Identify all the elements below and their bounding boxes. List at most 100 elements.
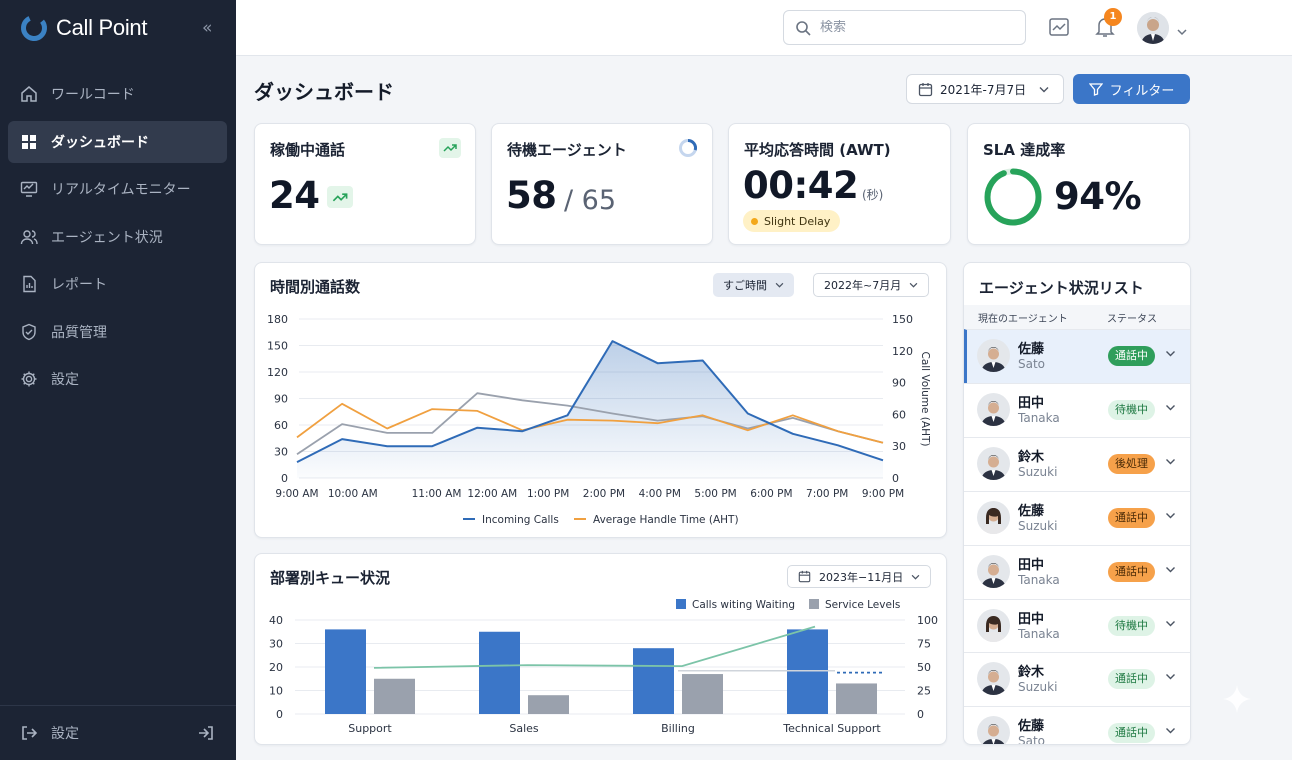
date-filter-select[interactable]: 2021年-7月7日	[906, 74, 1064, 104]
agent-row[interactable]: 鈴木 Suzuki 後処理	[964, 436, 1190, 491]
kpi-title: 平均応答時間 (AWT)	[744, 141, 891, 159]
sidebar-settings-link[interactable]: 設定	[20, 723, 79, 743]
agent-avatar	[977, 716, 1010, 744]
agent-avatar	[977, 608, 1010, 642]
chevron-down-icon[interactable]	[1165, 458, 1176, 465]
y2-tick-label: 0	[892, 472, 899, 485]
agent-row[interactable]: 田中 Tanaka 通話中	[964, 544, 1190, 599]
sidebar-item-label: レポート	[51, 277, 107, 293]
y2-tick-label: 90	[892, 377, 906, 390]
y2-tick-label: 75	[917, 638, 931, 651]
filter-funnel-icon	[1088, 83, 1103, 96]
legend-label-service: Service Levels	[825, 599, 900, 611]
search-input[interactable]	[820, 20, 1000, 35]
kpi-awt-value: 00:42	[743, 164, 859, 207]
filter-button[interactable]: フィルター	[1073, 74, 1190, 104]
y-tick-label: 30	[274, 446, 288, 459]
chevron-down-icon[interactable]	[1165, 673, 1176, 680]
y-tick-label: 0	[281, 472, 288, 485]
x-tick-label: 5:00 PM	[694, 488, 736, 500]
y-tick-label: 10	[269, 685, 283, 698]
sidebar-item-6[interactable]: 設定	[8, 358, 227, 400]
analytics-inbox-icon[interactable]	[1048, 16, 1070, 42]
filter-button-label: フィルター	[1109, 83, 1175, 99]
agent-row[interactable]: 佐藤 Sato 通話中	[964, 706, 1190, 744]
sidebar-item-3[interactable]: エージェント状況	[8, 216, 227, 258]
home-icon	[21, 86, 37, 102]
chevron-down-icon[interactable]	[1165, 350, 1176, 357]
agent-name: 田中	[1018, 557, 1045, 573]
agent-name: 佐藤	[1018, 342, 1045, 357]
agent-row[interactable]: 佐藤 Sato 通話中	[964, 329, 1190, 383]
kpi-sla-card: SLA 達成率 94%	[967, 123, 1190, 245]
chevron-down-icon[interactable]	[1165, 620, 1176, 627]
agent-avatar	[977, 446, 1010, 480]
date-filter-value: 2021年-7月7日	[940, 82, 1027, 97]
notification-badge: 1	[1104, 8, 1122, 26]
y-tick-label: 60	[274, 419, 288, 432]
x-tick-label: 1:00 PM	[527, 488, 569, 500]
y2-tick-label: 0	[917, 708, 924, 721]
user-menu-chevron-icon[interactable]	[1176, 21, 1188, 40]
sidebar-item-1[interactable]: ダッシュボード	[8, 120, 227, 163]
hourly-line-chart: 0 30 60 90 120 150 180 0 30 60 90 120 150 Call Volume…	[267, 313, 931, 526]
chevron-down-icon[interactable]	[1165, 727, 1176, 734]
sidebar-item-2[interactable]: リアルタイムモニター	[8, 168, 227, 210]
agent-name: 佐藤	[1018, 719, 1045, 735]
agent-avatar	[977, 392, 1010, 426]
brand[interactable]: Call Point	[20, 14, 147, 42]
kpi-sla-value: 94%	[1054, 175, 1142, 218]
agent-name: 鈴木	[1018, 449, 1045, 465]
kpi-waiting-agents-card: 待機エージェント 58 / 65	[491, 123, 713, 245]
agent-romaji: Tanaka	[1018, 410, 1060, 425]
agent-name: 田中	[1018, 611, 1045, 627]
search-box[interactable]	[783, 10, 1026, 45]
x-tick-label: 6:00 PM	[750, 488, 792, 500]
agent-row[interactable]: 田中 Tanaka 待機中	[964, 598, 1190, 653]
agent-status-badge: 通話中	[1108, 669, 1155, 690]
gear-icon	[21, 371, 37, 387]
monitor-icon	[20, 181, 38, 197]
queue-bar-chart: 0 10 20 30 40 0 25 50 75 100 Support Sales Billing Te…	[269, 599, 938, 735]
logout-icon[interactable]	[197, 724, 215, 746]
agent-list-header: 現在のエージェント ステータス	[964, 305, 1190, 329]
kpi-active-calls-card: 稼働中通話 24	[254, 123, 476, 245]
sidebar-item-5[interactable]: 品質管理	[8, 311, 227, 353]
x-tick-label: 4:00 PM	[639, 488, 681, 500]
sidebar-item-0[interactable]: ワールコード	[8, 73, 227, 115]
agent-status-badge: 通話中	[1108, 723, 1155, 744]
y-tick-label: 150	[267, 340, 288, 353]
user-avatar[interactable]	[1137, 12, 1169, 44]
y-tick-label: 120	[267, 366, 288, 379]
chevron-down-icon[interactable]	[1165, 566, 1176, 573]
chevron-down-icon[interactable]	[1165, 404, 1176, 411]
sidebar: Call Point « ワールコード ダッシュボードリアルタイムモニターエージェ…	[0, 0, 236, 760]
trend-up-icon	[327, 186, 353, 208]
bar-service-levels	[836, 683, 877, 714]
y-tick-label: 180	[267, 313, 288, 326]
sparkle-icon	[1223, 685, 1251, 713]
kpi-title: 稼働中通話	[270, 141, 346, 159]
legend-label-incoming: Incoming Calls	[482, 514, 559, 526]
status-badge: Slight Delay	[743, 210, 841, 232]
x-tick-label: 12:00 AM	[467, 488, 517, 500]
sidebar-item-label: リアルタイムモニター	[51, 182, 191, 198]
hourly-calls-card: 時間別通話数 すご時間 2022年~7月月 0 30 60 90 120 150 180 0 3…	[254, 262, 947, 538]
agent-romaji: Tanaka	[1018, 572, 1060, 587]
agent-row[interactable]: 鈴木 Suzuki 通話中	[964, 652, 1190, 706]
chevron-down-icon	[1039, 86, 1049, 92]
topbar	[236, 0, 1292, 56]
agent-romaji: Suzuki	[1018, 680, 1058, 695]
queue-status-card: 部署別キュー状況 2023年−11月日 0 10 20 30 40 0 25 50 75 100 S…	[254, 553, 947, 745]
section-title: エージェント状況リスト	[979, 279, 1144, 297]
sidebar-item-4[interactable]: レポート	[8, 263, 227, 305]
collapse-sidebar-icon[interactable]: «	[202, 18, 212, 38]
chevron-down-icon[interactable]	[1165, 512, 1176, 519]
agent-row[interactable]: 佐藤 Suzuki 通話中	[964, 490, 1190, 545]
y-tick-label: 0	[276, 708, 283, 721]
agent-row[interactable]: 田中 Tanaka 待機中	[964, 382, 1190, 437]
brand-logo-icon	[21, 15, 47, 41]
y2-tick-label: 60	[892, 408, 906, 421]
calendar-icon	[918, 82, 933, 96]
search-icon	[796, 20, 811, 36]
